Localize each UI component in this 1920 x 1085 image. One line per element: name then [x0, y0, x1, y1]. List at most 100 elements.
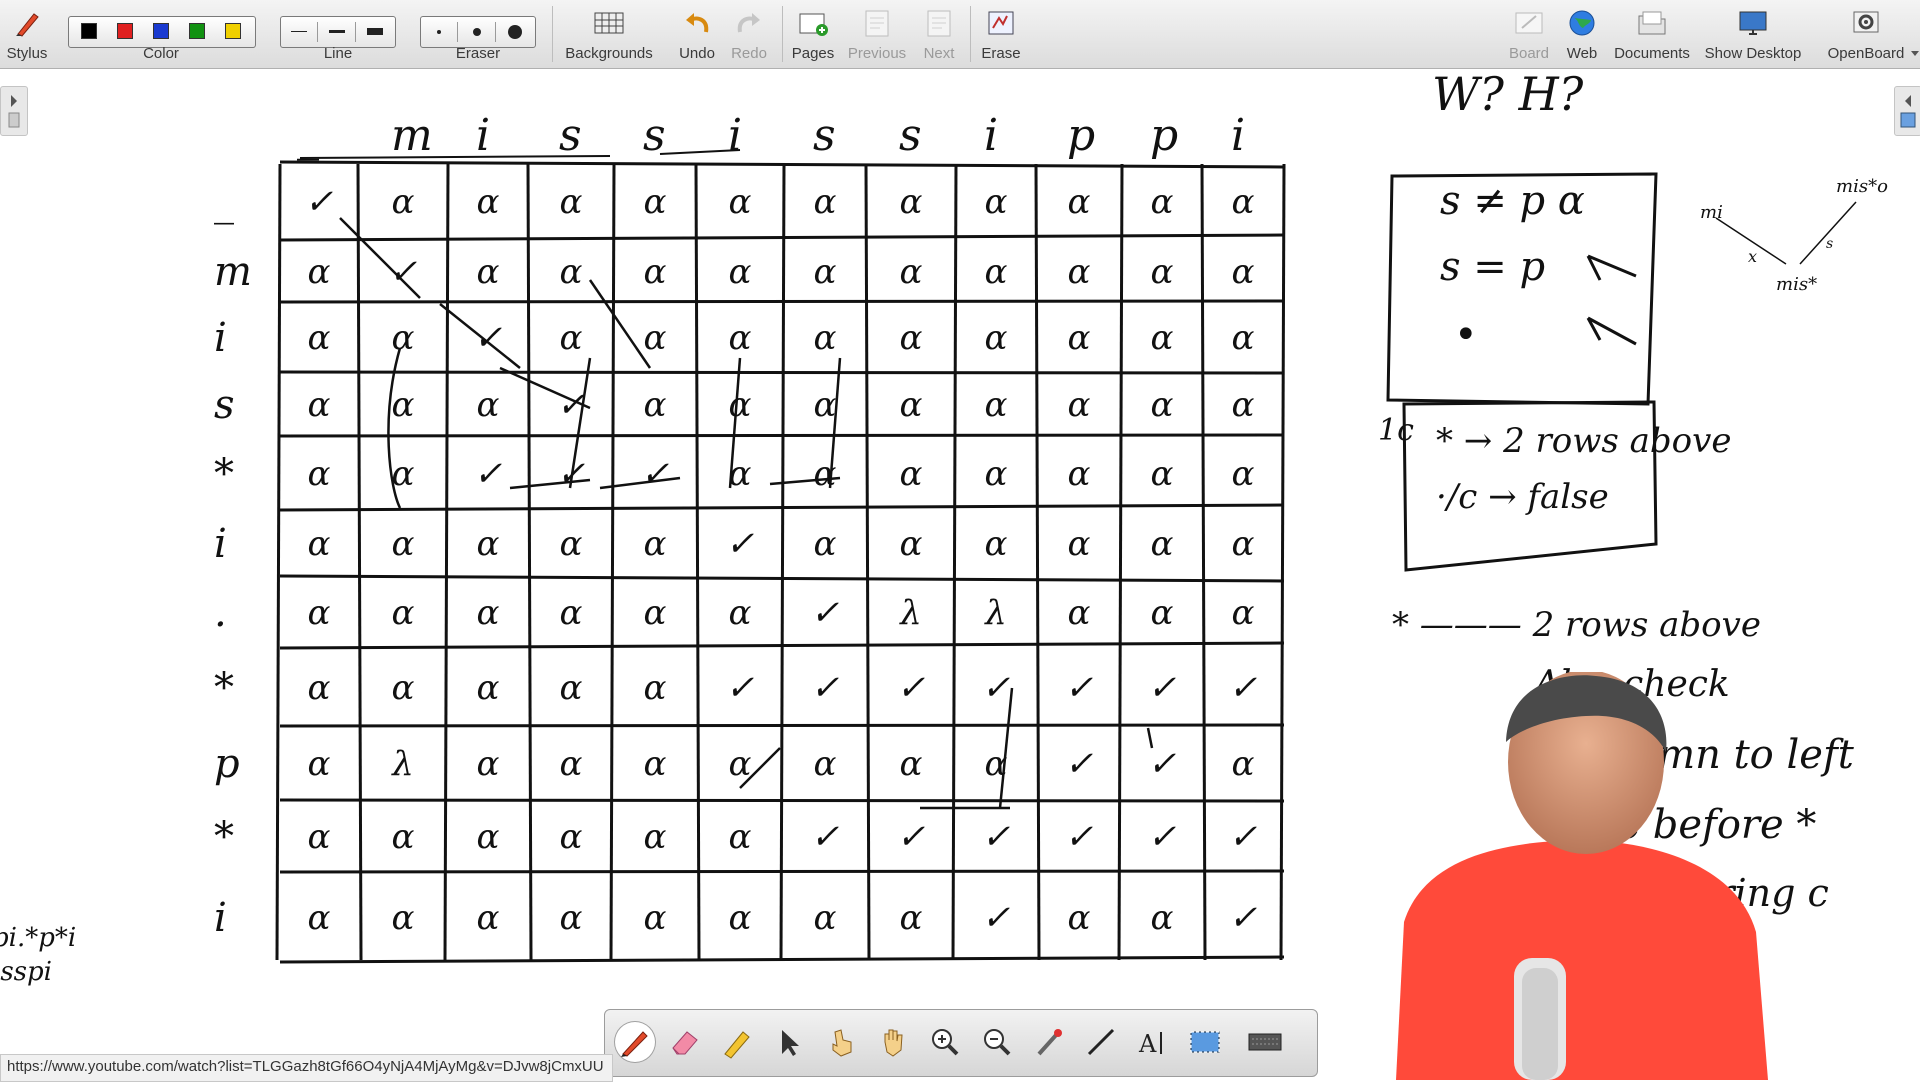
question-note: W? H? — [1432, 68, 1584, 121]
line-group: Line — [280, 4, 396, 64]
stylus-button[interactable]: Stylus — [0, 4, 54, 64]
cell-false-mark: α — [814, 898, 837, 938]
color-swatch-yellow[interactable] — [225, 23, 241, 39]
web-button[interactable]: Web — [1560, 4, 1604, 64]
next-page-button[interactable]: Next — [916, 4, 962, 64]
color-swatch-black[interactable] — [81, 23, 97, 39]
header-char: i — [984, 110, 998, 161]
rule-arrow — [1586, 254, 1637, 281]
grid-column-line — [443, 163, 450, 961]
color-swatch-green[interactable] — [189, 23, 205, 39]
cell-false-mark: α — [814, 744, 837, 784]
cell-false-mark: α — [1232, 524, 1255, 564]
rule-box-label: 1c — [1378, 413, 1414, 448]
text-tool-button[interactable]: A — [1133, 1022, 1173, 1062]
cell-false-mark: α — [392, 593, 415, 633]
interact-tool-button[interactable] — [821, 1022, 861, 1062]
line-thin-option[interactable] — [281, 22, 318, 42]
header-char: i — [476, 110, 490, 161]
next-page-icon — [927, 10, 951, 37]
board-button[interactable]: Board — [1502, 4, 1556, 64]
line-icon — [1087, 1028, 1115, 1056]
eraser-size-selector — [420, 16, 536, 48]
zoom-out-button[interactable] — [977, 1022, 1017, 1062]
cell-false-mark: α — [644, 182, 667, 222]
cell-false-mark: α — [1232, 318, 1255, 358]
row-char: . — [214, 590, 227, 636]
pages-button[interactable]: Pages — [788, 4, 838, 64]
hand-tool-button[interactable] — [873, 1022, 913, 1062]
folder-icon — [1638, 11, 1666, 35]
cell-false-mark: α — [1232, 385, 1255, 425]
cell-true-mark: ✓ — [811, 817, 840, 857]
tree-node: mis*o — [1836, 176, 1888, 197]
cell-false-mark: λ — [390, 744, 414, 784]
cell-true-mark: ✓ — [1065, 744, 1094, 784]
undo-button[interactable]: Undo — [672, 4, 722, 64]
dropdown-arrow-icon — [1911, 51, 1919, 56]
line-tool-button[interactable] — [1081, 1022, 1121, 1062]
note-line: * ——— 2 rows above — [1392, 605, 1761, 645]
show-desktop-button[interactable]: Show Desktop — [1698, 4, 1808, 64]
cell-false-mark: α — [560, 252, 583, 292]
cell-false-mark: α — [477, 744, 500, 784]
cell-false-mark: α — [1151, 898, 1174, 938]
capture-tool-button[interactable] — [1185, 1022, 1225, 1062]
eraser-medium-option[interactable] — [459, 22, 496, 42]
cell-false-mark: α — [644, 668, 667, 708]
cell-false-mark: α — [308, 744, 331, 784]
keyboard-button[interactable] — [1245, 1022, 1285, 1062]
margin-text: pi.*p*i — [0, 923, 76, 953]
cursor-arrow-icon — [782, 1030, 799, 1056]
cell-false-mark: α — [729, 182, 752, 222]
row-char: _ — [214, 179, 234, 225]
tree-edge-label: s — [1826, 236, 1833, 252]
cell-true-mark: ✓ — [1148, 668, 1177, 708]
cell-true-mark: ✓ — [1229, 668, 1258, 708]
cell-false-mark: α — [560, 898, 583, 938]
cell-false-mark: α — [900, 182, 923, 222]
documents-button[interactable]: Documents — [1610, 4, 1694, 64]
line-width-selector — [280, 16, 396, 48]
cell-false-mark: α — [477, 252, 500, 292]
erase-button[interactable]: Erase — [978, 4, 1024, 64]
laser-pointer-button[interactable] — [1029, 1022, 1069, 1062]
undo-icon — [686, 13, 709, 33]
cell-false-mark: α — [814, 252, 837, 292]
eraser-tool-button[interactable] — [665, 1022, 705, 1062]
selector-tool-button[interactable] — [769, 1022, 809, 1062]
cell-false-mark: α — [392, 668, 415, 708]
backgrounds-button[interactable]: Backgrounds — [562, 4, 656, 64]
color-group: Color — [66, 4, 256, 64]
grid-row-line — [279, 233, 1285, 242]
grid-column-line — [1200, 163, 1207, 961]
eraser-large-option[interactable] — [497, 22, 533, 42]
presenter-webcam — [1396, 670, 1768, 1080]
pen-tool-button[interactable] — [615, 1022, 655, 1062]
row-char: * — [214, 451, 234, 497]
previous-page-button[interactable]: Previous — [844, 4, 910, 64]
color-swatch-blue[interactable] — [153, 23, 169, 39]
cell-true-mark: ✓ — [305, 182, 334, 222]
line-medium-option[interactable] — [319, 22, 356, 42]
cell-false-mark: α — [814, 385, 837, 425]
cell-false-mark: α — [477, 524, 500, 564]
highlighter-tool-button[interactable] — [717, 1022, 757, 1062]
row-char: i — [214, 895, 227, 941]
zoom-in-button[interactable] — [925, 1022, 965, 1062]
rule-box-2-row: ·/c → false — [1436, 477, 1609, 517]
cell-false-mark: α — [477, 385, 500, 425]
cell-false-mark: α — [985, 385, 1008, 425]
openboard-menu-button[interactable]: OpenBoard — [1814, 4, 1919, 64]
cell-true-mark: ✓ — [982, 817, 1011, 857]
cell-false-mark: α — [644, 252, 667, 292]
cell-false-mark: α — [985, 454, 1008, 494]
color-swatch-red[interactable] — [117, 23, 133, 39]
cell-false-mark: α — [1151, 593, 1174, 633]
redo-button[interactable]: Redo — [724, 4, 774, 64]
toolbar-divider — [782, 6, 783, 62]
line-thick-option[interactable] — [357, 22, 393, 42]
cell-false-mark: α — [1068, 182, 1091, 222]
eraser-small-option[interactable] — [421, 22, 458, 42]
cell-true-mark: ✓ — [982, 898, 1011, 938]
